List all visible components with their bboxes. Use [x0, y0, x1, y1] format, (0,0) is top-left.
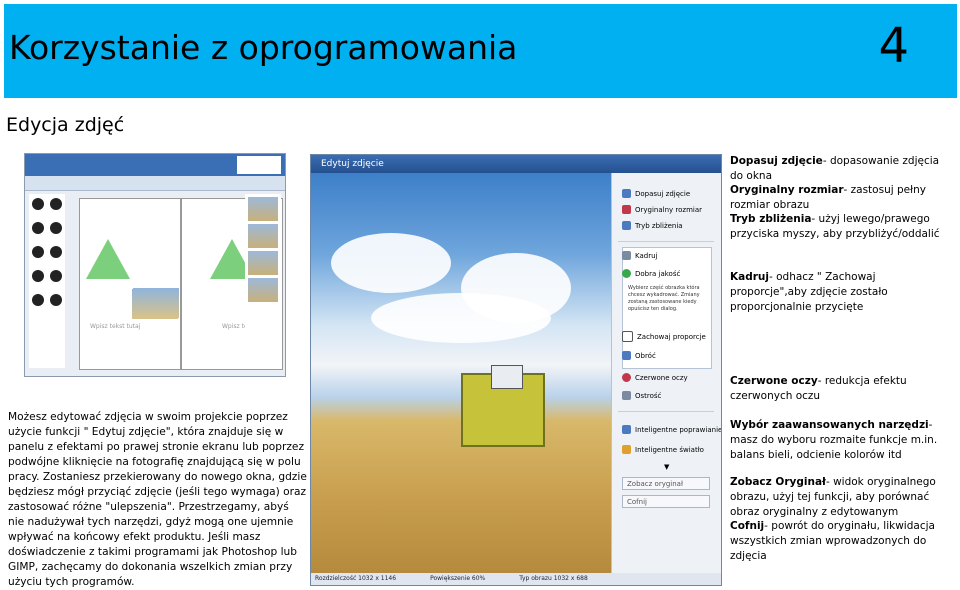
edit-tools-panel: Dopasuj zdjęcie Oryginalny rozmiar Tryb … — [611, 173, 721, 573]
check-icon — [622, 269, 631, 278]
light-icon — [622, 445, 631, 454]
status-bar: Rozdzielczość 1032 x 1146 Powiększenie 6… — [311, 573, 721, 585]
desc-undo: Cofnij- powrót do oryginału, likwidacja … — [730, 520, 935, 562]
zoom-mode-button[interactable]: Tryb zbliżenia — [622, 221, 683, 230]
shape-icon — [32, 270, 44, 282]
desc-fit: Dopasuj zdjęcie- dopasowanie zdjęcia do … — [730, 155, 940, 182]
thumbnail[interactable] — [248, 197, 278, 221]
desc-crop: Kadruj- odhacz " Zachowaj proporcje",aby… — [730, 271, 888, 313]
placeholder-caption: Wpisz tekst tutaj — [90, 323, 141, 330]
page-title: Korzystanie z oprogramowania — [9, 28, 518, 67]
desc-redeye: Czerwone oczy- redukcja efektu czerwonyc… — [730, 375, 907, 402]
rotate-icon — [622, 351, 631, 360]
photo-editor-window: Edytuj zdjęcie Dopasuj zdjęcie Oryginaln… — [310, 154, 722, 586]
eye-icon — [622, 373, 631, 382]
thumbnail[interactable] — [248, 278, 278, 302]
fit-photo-button[interactable]: Dopasuj zdjęcie — [622, 189, 690, 198]
shape-icon — [32, 198, 44, 210]
project-screenshot: Wpisz tekst tutaj Wpisz tekst tutaj — [24, 153, 286, 377]
app-toolbar — [25, 176, 285, 191]
rotate-button[interactable]: Obróć — [622, 351, 656, 360]
desc-original: Oryginalny rozmiar- zastosuj pełny rozmi… — [730, 184, 926, 211]
desc-original-view: Zobacz Oryginał- widok oryginalnego obra… — [730, 476, 936, 518]
zoom-icon — [622, 221, 631, 230]
edited-photo[interactable] — [311, 173, 611, 573]
show-original-button[interactable]: Zobacz oryginał — [622, 477, 710, 490]
crop-hint: Wybierz część obrazka która chcesz wykad… — [628, 285, 700, 312]
crop-button[interactable]: Kadruj — [622, 251, 657, 260]
quality-indicator: Dobra jakość — [622, 269, 680, 278]
status-type: Typ obrazu 1032 x 688 — [519, 575, 588, 582]
divider — [618, 411, 714, 412]
shapes-panel — [29, 194, 65, 368]
cloud — [331, 233, 451, 293]
page-number: 4 — [878, 18, 909, 74]
undo-button[interactable]: Cofnij — [622, 495, 710, 508]
shape-icon — [32, 222, 44, 234]
desc-zoom: Tryb zbliżenia- użyj lewego/prawego przy… — [730, 213, 940, 240]
thumbnail[interactable] — [248, 251, 278, 275]
shape-icon — [50, 222, 62, 234]
app-logo — [237, 156, 281, 174]
placeholder-shape — [86, 239, 130, 279]
shape-icon — [50, 294, 62, 306]
shape-icon — [32, 294, 44, 306]
thumbnail[interactable] — [248, 224, 278, 248]
original-size-button[interactable]: Oryginalny rozmiar — [622, 205, 702, 214]
desc-tools: Wybór zaawansowanych narzędzi- masz do w… — [730, 419, 938, 461]
shape-icon — [50, 198, 62, 210]
original-size-icon — [622, 205, 631, 214]
smart-fix-icon — [622, 425, 631, 434]
harvester-cabin — [491, 365, 523, 389]
header-bar: Korzystanie z oprogramowania 4 — [4, 4, 957, 98]
shape-icon — [50, 246, 62, 258]
page-left: Wpisz tekst tutaj — [79, 198, 181, 370]
status-zoom: Powiększenie 60% — [430, 575, 486, 582]
redeye-button[interactable]: Czerwone oczy — [622, 373, 688, 382]
keep-ratio-checkbox[interactable]: Zachowaj proporcje — [622, 331, 706, 342]
fit-icon — [622, 189, 631, 198]
thumbnails-panel — [245, 194, 281, 368]
section-subtitle: Edycja zdjęć — [6, 114, 125, 136]
editor-title: Edytuj zdjęcie — [311, 155, 721, 173]
chevron-down-icon[interactable]: ▼ — [664, 463, 669, 471]
shape-icon — [50, 270, 62, 282]
sharpen-button[interactable]: Ostrość — [622, 391, 661, 400]
instructions-text: Możesz edytować zdjęcia w swoim projekci… — [8, 411, 307, 588]
smart-fix-button[interactable]: Inteligentne poprawianie — [622, 425, 721, 434]
sharpen-icon — [622, 391, 631, 400]
smart-light-button[interactable]: Inteligentne światło — [622, 445, 704, 454]
status-resolution: Rozdzielczość 1032 x 1146 — [315, 575, 397, 582]
checkbox-icon — [622, 331, 633, 342]
crop-icon — [622, 251, 631, 260]
shape-icon — [32, 246, 44, 258]
cloud — [371, 293, 551, 343]
divider — [618, 241, 714, 242]
project-photo — [133, 288, 179, 318]
app-titlebar — [25, 154, 285, 176]
